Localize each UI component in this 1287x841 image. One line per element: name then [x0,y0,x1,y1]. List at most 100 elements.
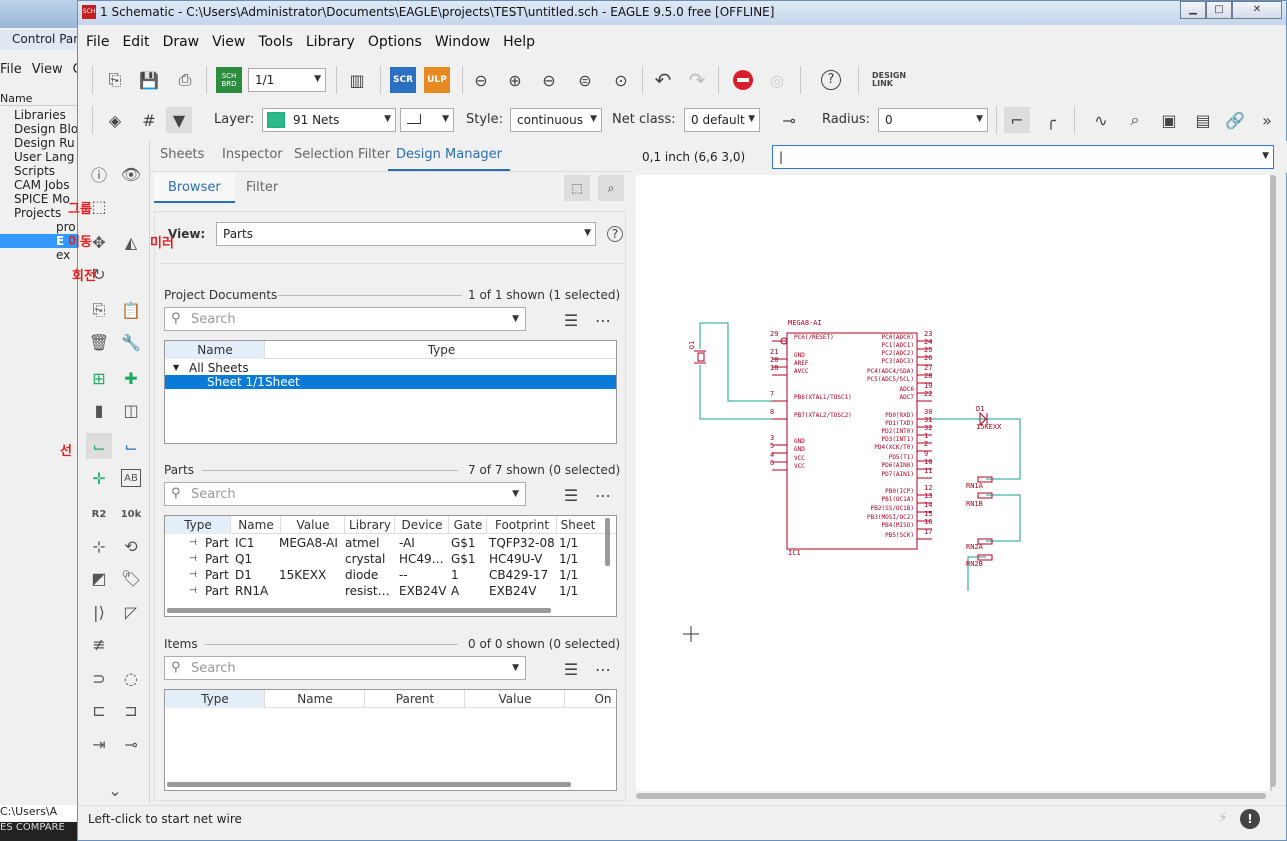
replace-icon[interactable]: ▮ [86,397,112,423]
col-library[interactable]: Library [345,518,395,532]
tab-sheets[interactable]: Sheets [152,141,212,171]
split-icon[interactable]: ⊹ [86,533,112,559]
table-row[interactable]: ⊣ Part RN1A resist… EXB24V A EXB24V 1/1 [165,584,616,600]
bg-tree-item[interactable]: Scripts [0,164,80,178]
delete-icon[interactable]: 🗑 [86,329,112,355]
col-value[interactable]: Value [465,692,565,706]
stop-icon[interactable] [730,67,756,93]
line-draw-icon[interactable]: ◸ [118,599,144,625]
pin-icon[interactable]: ⊸ [776,107,802,133]
name-r2-icon[interactable]: R2 [86,501,112,527]
add-pin-icon[interactable]: ✚ [118,365,144,391]
menu-file[interactable]: File [78,31,114,50]
open-icon[interactable]: ⎘ [102,67,128,93]
gate-icon[interactable]: ◫ [118,397,144,423]
value-10k-icon[interactable]: 10k [118,501,144,527]
library-books-icon[interactable]: ▥ [344,67,370,93]
col-type[interactable]: Type [265,343,616,357]
help-icon[interactable]: ? [602,221,628,247]
items-search[interactable]: ⚲ Search ▼ [164,656,526,680]
warning-icon[interactable]: ! [1240,809,1260,829]
list-options-icon[interactable]: ☰ [558,656,584,682]
menu-help[interactable]: Help [495,31,540,50]
copy-icon[interactable]: ⎘ [86,297,112,323]
mirror-icon[interactable]: ◭ [118,229,144,255]
tab-design-manager[interactable]: Design Manager [388,141,510,171]
ripup-icon[interactable]: ≢ [86,631,112,657]
arc-icon[interactable]: ⊃ [86,665,112,691]
help-icon[interactable]: ? [818,67,844,93]
netclass-combo[interactable]: 0 default ▼ [684,108,760,132]
grid-icon[interactable]: # [136,107,162,133]
col-on[interactable]: On [565,692,616,706]
bg-tree-item[interactable]: ex [0,248,80,262]
bg-tree-item[interactable]: Design Ru [0,136,80,150]
menu-draw[interactable]: Draw [155,31,205,50]
more-options-icon[interactable]: ⋯ [590,307,616,333]
scr-icon[interactable]: SCR [390,67,416,93]
horizontal-scrollbar[interactable] [167,782,571,787]
undo-icon[interactable]: ↶ [650,67,676,93]
table-row[interactable]: ⊣ Part D1 15KEXX diode -- 1 CB429-17 1/1 [165,568,616,584]
col-name[interactable]: Name [231,518,281,532]
menu-window[interactable]: Window [427,31,495,50]
attribute-icon[interactable]: 🏷 [118,565,144,591]
minimize-button[interactable]: ▁ [1180,1,1206,19]
bg-menu-file[interactable]: File [0,62,22,77]
connector-icon[interactable]: ⊸ [118,731,144,757]
filter-icon[interactable]: ▼ [166,107,192,133]
paste-icon[interactable]: 📋 [118,297,144,323]
swap-icon[interactable]: ⟲ [118,533,144,559]
wrench-icon[interactable]: 🔧 [118,329,144,355]
zoom-out-icon[interactable]: ⊖ [536,67,562,93]
tab-selection-filter[interactable]: Selection Filter [286,141,398,171]
sheet-combo[interactable]: 1/1 ▼ [248,68,326,92]
col-device[interactable]: Device [395,518,449,532]
view-combo[interactable]: Parts ▼ [216,222,596,246]
horizontal-scrollbar[interactable] [167,608,551,613]
vertical-scrollbar[interactable] [605,518,610,566]
design-link-icon[interactable]: DESIGN LINK [872,67,926,93]
subtab-browser[interactable]: Browser [154,173,235,203]
info-icon[interactable]: ⓘ [86,161,112,187]
menu-tools[interactable]: Tools [250,31,298,50]
col-sheet[interactable]: Sheet [557,518,599,532]
col-footprint[interactable]: Footprint [487,518,557,532]
col-type[interactable]: Type [165,692,265,706]
layer-combo[interactable]: 91 Nets ▼ [262,108,396,132]
ulp-icon[interactable]: ULP [424,67,450,93]
label-ab-icon[interactable]: AB [121,469,141,487]
col-name[interactable]: Name [165,343,265,357]
zoom-select-icon[interactable]: ⌕ [598,175,624,201]
list-options-icon[interactable]: ☰ [558,482,584,508]
col-name[interactable]: Name [265,692,365,706]
add-part-icon[interactable]: ⊞ [86,365,112,391]
table-row[interactable]: ⊣ Part IC1 MEGA8-AI atmel -AI G$1 TQFP32… [165,536,616,552]
layer-settings-icon[interactable]: ◈ [102,107,128,133]
more-options-icon[interactable]: ⋯ [590,656,616,682]
table-row[interactable]: ⊣ Part Q1 crystal HC49… G$1 HC49U-V 1/1 [165,552,616,568]
canvas-vertical-scrollbar[interactable] [1270,175,1276,787]
line-round-icon[interactable]: ╭ [1038,107,1064,133]
bg-tree-item[interactable]: CAM Jobs [0,178,80,192]
circle-icon[interactable]: ◌ [118,665,144,691]
schematic-canvas[interactable]: MEGA8-AI IC1 Q1 D1 15KEXX RN1A RN1B RN2A… [636,175,1272,791]
parts-search[interactable]: ⚲ Search ▼ [164,482,526,506]
radius-combo[interactable]: 0 ▼ [878,108,988,132]
expand-tools-icon[interactable]: ⌄ [102,777,128,803]
inspect-icon[interactable]: ⌕ [1122,107,1148,133]
sch-brd-switch-icon[interactable]: SCH BRD [216,67,242,93]
wave-icon[interactable]: ∿ [1088,107,1114,133]
go-icon[interactable]: ◎ [764,67,790,93]
subtab-filter[interactable]: Filter [232,173,292,203]
print-icon[interactable]: ⎙ [172,67,198,93]
bg-menu-view[interactable]: View [32,62,63,77]
frame-icon[interactable]: ⇥ [86,731,112,757]
bg-tree-item[interactable]: Libraries [0,108,80,122]
more-icon[interactable]: » [1254,107,1280,133]
show-eye-icon[interactable]: 👁 [118,161,144,187]
zoom-in-icon[interactable]: ⊕ [502,67,528,93]
bg-tree-item[interactable]: Design Blo [0,122,80,136]
select-cursor-icon[interactable]: ⬚ [564,175,590,201]
erc-icon[interactable]: ▣ [1156,107,1182,133]
